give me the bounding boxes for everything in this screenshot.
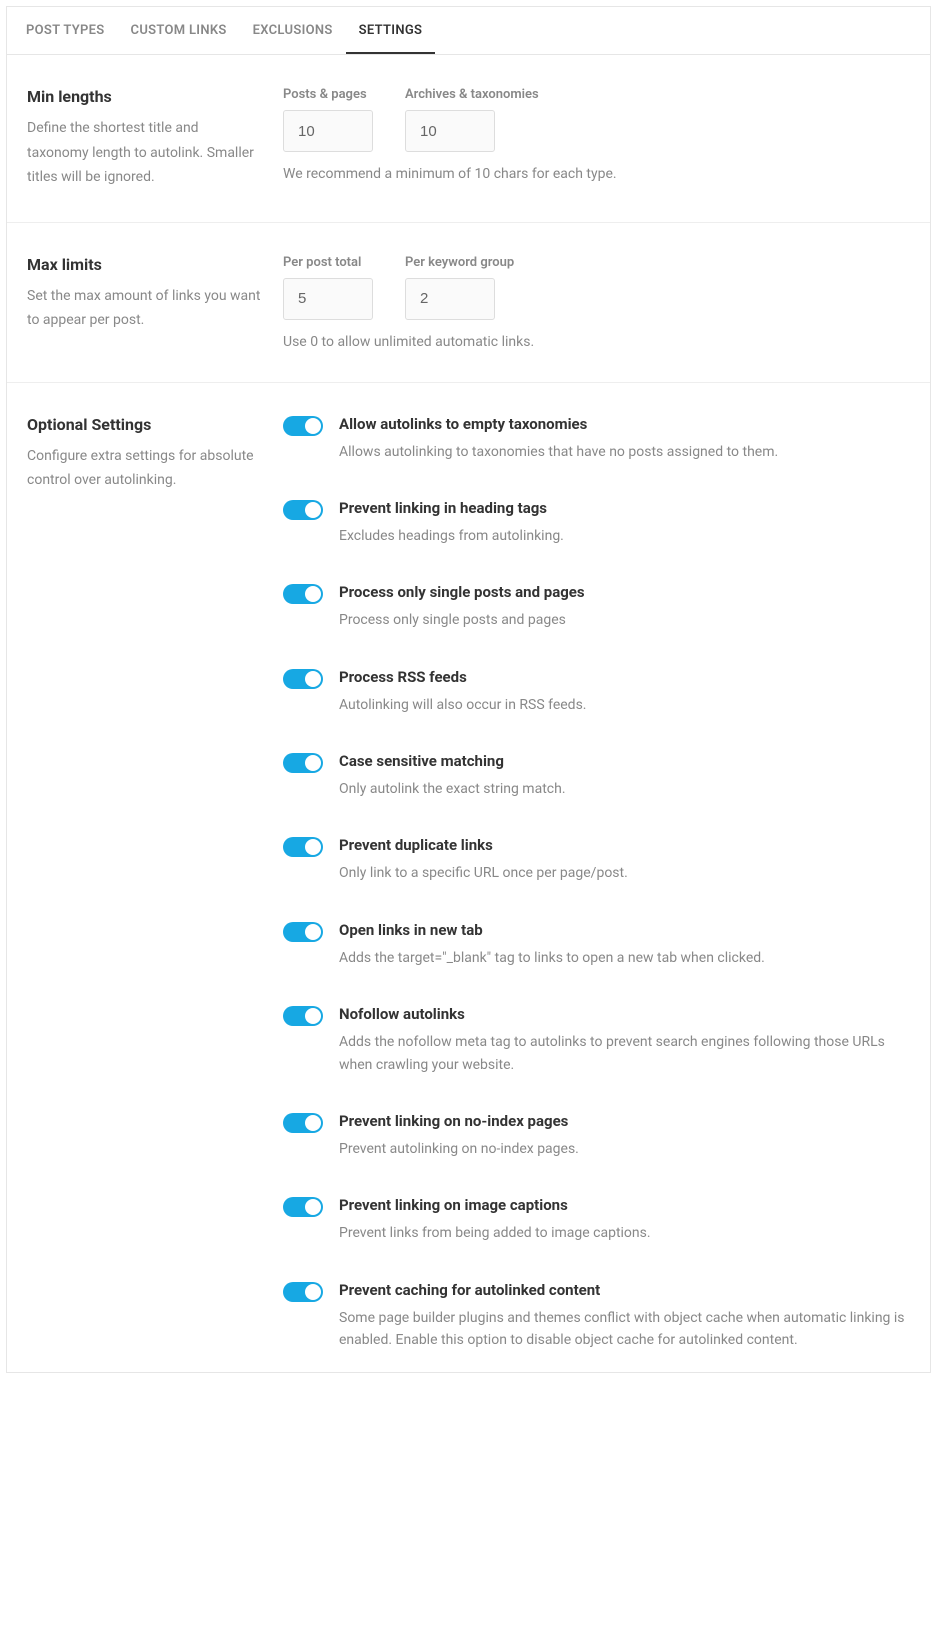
toggle-switch[interactable]: [283, 584, 323, 604]
field-per-keyword-group: Per keyword group: [405, 255, 514, 320]
toggle-switch[interactable]: [283, 1197, 323, 1217]
per-post-total-label: Per post total: [283, 255, 373, 270]
min-lengths-title: Min lengths: [27, 87, 263, 106]
per-post-total-input[interactable]: [283, 278, 373, 320]
archives-taxonomies-input[interactable]: [405, 110, 495, 152]
tab-post-types[interactable]: POST TYPES: [13, 7, 118, 54]
toggle-process-rss: Process RSS feeds Autolinking will also …: [283, 668, 910, 716]
min-lengths-desc: Define the shortest title and taxonomy l…: [27, 116, 263, 190]
archives-taxonomies-label: Archives & taxonomies: [405, 87, 539, 102]
toggle-desc: Only autolink the exact string match.: [339, 778, 910, 800]
tab-exclusions[interactable]: EXCLUSIONS: [240, 7, 346, 54]
toggle-title: Allow autolinks to empty taxonomies: [339, 415, 910, 433]
min-lengths-hint: We recommend a minimum of 10 chars for e…: [283, 166, 910, 182]
toggle-desc: Prevent links from being added to image …: [339, 1222, 910, 1244]
toggle-title: Prevent linking on no-index pages: [339, 1112, 910, 1130]
max-limits-hint: Use 0 to allow unlimited automatic links…: [283, 334, 910, 350]
per-keyword-group-input[interactable]: [405, 278, 495, 320]
toggle-title: Prevent caching for autolinked content: [339, 1281, 910, 1299]
posts-pages-label: Posts & pages: [283, 87, 373, 102]
toggle-desc: Process only single posts and pages: [339, 609, 910, 631]
toggle-switch[interactable]: [283, 922, 323, 942]
toggle-prevent-image-captions: Prevent linking on image captions Preven…: [283, 1196, 910, 1244]
toggle-nofollow: Nofollow autolinks Adds the nofollow met…: [283, 1005, 910, 1076]
toggle-title: Prevent duplicate links: [339, 836, 910, 854]
toggle-desc: Adds the target="_blank" tag to links to…: [339, 947, 910, 969]
toggle-desc: Autolinking will also occur in RSS feeds…: [339, 694, 910, 716]
toggle-title: Process only single posts and pages: [339, 583, 910, 601]
toggle-switch[interactable]: [283, 1282, 323, 1302]
optional-settings-title: Optional Settings: [27, 415, 263, 434]
section-optional-settings: Optional Settings Configure extra settin…: [7, 383, 930, 1372]
toggle-title: Case sensitive matching: [339, 752, 910, 770]
field-posts-pages: Posts & pages: [283, 87, 373, 152]
settings-panel: POST TYPES CUSTOM LINKS EXCLUSIONS SETTI…: [6, 6, 931, 1373]
section-min-lengths: Min lengths Define the shortest title an…: [7, 55, 930, 223]
section-max-limits: Max limits Set the max amount of links y…: [7, 223, 930, 383]
tab-custom-links[interactable]: CUSTOM LINKS: [118, 7, 240, 54]
toggle-title: Nofollow autolinks: [339, 1005, 910, 1023]
max-limits-title: Max limits: [27, 255, 263, 274]
per-keyword-group-label: Per keyword group: [405, 255, 514, 270]
toggle-desc: Excludes headings from autolinking.: [339, 525, 910, 547]
toggle-desc: Adds the nofollow meta tag to autolinks …: [339, 1031, 910, 1076]
toggle-desc: Some page builder plugins and themes con…: [339, 1307, 910, 1352]
toggle-single-posts-pages: Process only single posts and pages Proc…: [283, 583, 910, 631]
field-archives-taxonomies: Archives & taxonomies: [405, 87, 539, 152]
toggle-list: Allow autolinks to empty taxonomies Allo…: [283, 415, 910, 1352]
posts-pages-input[interactable]: [283, 110, 373, 152]
toggle-prevent-duplicate: Prevent duplicate links Only link to a s…: [283, 836, 910, 884]
tabs-bar: POST TYPES CUSTOM LINKS EXCLUSIONS SETTI…: [7, 7, 930, 55]
toggle-desc: Prevent autolinking on no-index pages.: [339, 1138, 910, 1160]
toggle-switch[interactable]: [283, 1113, 323, 1133]
toggle-switch[interactable]: [283, 837, 323, 857]
toggle-title: Prevent linking on image captions: [339, 1196, 910, 1214]
field-per-post-total: Per post total: [283, 255, 373, 320]
toggle-prevent-heading-links: Prevent linking in heading tags Excludes…: [283, 499, 910, 547]
toggle-prevent-noindex: Prevent linking on no-index pages Preven…: [283, 1112, 910, 1160]
toggle-title: Process RSS feeds: [339, 668, 910, 686]
toggle-title: Open links in new tab: [339, 921, 910, 939]
toggle-case-sensitive: Case sensitive matching Only autolink th…: [283, 752, 910, 800]
toggle-prevent-caching: Prevent caching for autolinked content S…: [283, 1281, 910, 1352]
toggle-open-new-tab: Open links in new tab Adds the target="_…: [283, 921, 910, 969]
toggle-switch[interactable]: [283, 669, 323, 689]
toggle-switch[interactable]: [283, 1006, 323, 1026]
optional-settings-desc: Configure extra settings for absolute co…: [27, 444, 263, 493]
toggle-desc: Only link to a specific URL once per pag…: [339, 862, 910, 884]
toggle-switch[interactable]: [283, 753, 323, 773]
toggle-desc: Allows autolinking to taxonomies that ha…: [339, 441, 910, 463]
toggle-title: Prevent linking in heading tags: [339, 499, 910, 517]
toggle-switch[interactable]: [283, 416, 323, 436]
tab-settings[interactable]: SETTINGS: [346, 7, 436, 54]
toggle-allow-empty-taxonomies: Allow autolinks to empty taxonomies Allo…: [283, 415, 910, 463]
max-limits-desc: Set the max amount of links you want to …: [27, 284, 263, 333]
toggle-switch[interactable]: [283, 500, 323, 520]
